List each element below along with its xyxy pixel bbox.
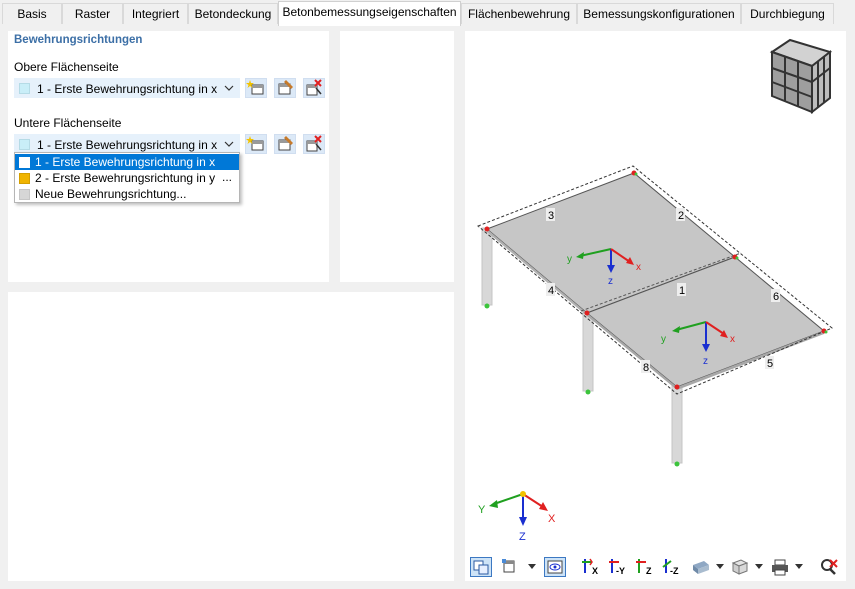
svg-text:X: X bbox=[592, 566, 598, 576]
tab-integriert[interactable]: Integriert bbox=[123, 3, 188, 24]
tab-label: Raster bbox=[74, 7, 111, 21]
new-item-icon bbox=[246, 136, 264, 151]
more-options-button[interactable]: ... bbox=[222, 170, 232, 184]
new-item-icon bbox=[246, 80, 264, 95]
details-panel bbox=[8, 292, 454, 581]
edge-label: 4 bbox=[548, 285, 554, 297]
color-swatch bbox=[19, 83, 30, 94]
dropdown-option[interactable]: 1 - Erste Bewehrungsrichtung in x bbox=[15, 154, 239, 170]
tab-label: Basis bbox=[17, 7, 47, 21]
global-axes-icon: Y Z X bbox=[478, 491, 556, 543]
side-panel bbox=[340, 31, 454, 282]
dropdown-option[interactable]: Neue Bewehrungsrichtung... bbox=[15, 186, 239, 202]
lower-direction-select[interactable]: 1 - Erste Bewehrungsrichtung in x bbox=[14, 134, 240, 154]
view-minus-z-icon[interactable]: -Z bbox=[661, 557, 683, 577]
chevron-down-icon[interactable] bbox=[755, 564, 763, 570]
edit-item-icon bbox=[278, 136, 293, 151]
new-direction-button[interactable] bbox=[245, 134, 267, 154]
chevron-down-icon[interactable] bbox=[528, 564, 536, 570]
svg-text:Y: Y bbox=[478, 504, 486, 516]
tab-label: Betondeckung bbox=[194, 7, 272, 21]
model-view[interactable]: 1 2 3 4 5 6 8 y z x y z x Y Z X bbox=[465, 31, 846, 581]
chevron-down-icon[interactable] bbox=[795, 564, 803, 570]
edit-direction-button[interactable] bbox=[274, 78, 296, 98]
option-label: 1 - Erste Bewehrungsrichtung in x bbox=[35, 155, 216, 169]
lower-surface-label: Untere Flächenseite bbox=[14, 116, 122, 130]
tab-durchbiegung[interactable]: Durchbiegung bbox=[741, 3, 834, 24]
svg-text:y: y bbox=[661, 334, 666, 345]
delete-item-icon bbox=[306, 135, 322, 152]
tab-label: Integriert bbox=[131, 7, 180, 21]
edit-item-icon bbox=[278, 80, 293, 95]
svg-text:-Z: -Z bbox=[670, 566, 679, 576]
chevron-down-icon bbox=[224, 141, 234, 147]
svg-text:X: X bbox=[548, 513, 556, 525]
render-mode-icon[interactable] bbox=[690, 557, 712, 577]
delete-item-icon bbox=[306, 79, 322, 96]
edge-label: 2 bbox=[678, 210, 684, 222]
upper-direction-value: 1 - Erste Bewehrungsrichtung in x bbox=[37, 82, 218, 96]
option-label: 2 - Erste Bewehrungsrichtung in y bbox=[35, 171, 216, 185]
svg-text:Z: Z bbox=[646, 566, 652, 576]
tab-flaechenbewehrung[interactable]: Flächenbewehrung bbox=[461, 3, 577, 24]
delete-direction-button[interactable] bbox=[303, 78, 325, 98]
delete-direction-button[interactable] bbox=[303, 134, 325, 154]
iso-view-icon[interactable] bbox=[729, 557, 751, 577]
tab-betondeckung[interactable]: Betondeckung bbox=[188, 3, 278, 24]
svg-text:z: z bbox=[608, 276, 613, 287]
svg-text:Z: Z bbox=[519, 531, 526, 543]
tab-bar: Basis Raster Integriert Betondeckung Bet… bbox=[0, 0, 855, 26]
new-direction-button[interactable] bbox=[245, 78, 267, 98]
lower-direction-value: 1 - Erste Bewehrungsrichtung in x bbox=[37, 138, 218, 152]
reset-view-icon[interactable] bbox=[818, 557, 840, 577]
tab-label: Durchbiegung bbox=[750, 7, 825, 21]
edit-direction-button[interactable] bbox=[274, 134, 296, 154]
tab-raster[interactable]: Raster bbox=[62, 3, 123, 24]
edge-label: 8 bbox=[643, 362, 649, 374]
chevron-down-icon bbox=[224, 85, 234, 91]
view-x-icon[interactable]: X bbox=[580, 557, 602, 577]
direction-dropdown-list: 1 - Erste Bewehrungsrichtung in x 2 - Er… bbox=[14, 152, 240, 203]
view-z-icon[interactable]: Z bbox=[634, 557, 656, 577]
svg-text:-Y: -Y bbox=[616, 566, 625, 576]
print-icon[interactable] bbox=[769, 557, 791, 577]
visibility-icon[interactable] bbox=[544, 557, 566, 577]
view-cube-icon[interactable] bbox=[769, 38, 833, 115]
svg-text:x: x bbox=[730, 334, 735, 345]
section-title: Bewehrungsrichtungen bbox=[14, 34, 143, 46]
color-swatch bbox=[19, 173, 30, 184]
edge-label: 6 bbox=[773, 291, 779, 303]
dropdown-option[interactable]: 2 - Erste Bewehrungsrichtung in y bbox=[15, 170, 239, 186]
upper-direction-select[interactable]: 1 - Erste Bewehrungsrichtung in x bbox=[14, 78, 240, 98]
svg-text:z: z bbox=[703, 356, 708, 367]
view-minus-y-icon[interactable]: -Y bbox=[607, 557, 629, 577]
chevron-down-icon[interactable] bbox=[716, 564, 724, 570]
edge-label: 5 bbox=[767, 358, 773, 370]
edge-label: 1 bbox=[679, 285, 685, 297]
view-select-icon[interactable] bbox=[470, 557, 492, 577]
svg-text:x: x bbox=[636, 262, 641, 273]
tab-label: Bemessungskonfigurationen bbox=[583, 7, 735, 21]
edge-label: 3 bbox=[548, 210, 554, 222]
tab-label: Betonbemessungseigenschaften bbox=[282, 5, 457, 19]
color-swatch bbox=[19, 139, 30, 150]
color-swatch bbox=[19, 189, 30, 200]
tab-betonbemessungseigenschaften[interactable]: Betonbemessungseigenschaften bbox=[278, 1, 461, 26]
option-label: Neue Bewehrungsrichtung... bbox=[35, 187, 187, 201]
svg-text:y: y bbox=[567, 254, 572, 265]
tab-basis[interactable]: Basis bbox=[2, 3, 62, 24]
color-swatch bbox=[19, 157, 30, 168]
tab-bemessungskonfigurationen[interactable]: Bemessungskonfigurationen bbox=[577, 3, 741, 24]
slab-surfaces bbox=[477, 165, 833, 395]
display-options-icon[interactable] bbox=[500, 557, 522, 577]
tab-label: Flächenbewehrung bbox=[467, 7, 571, 21]
upper-surface-label: Obere Flächenseite bbox=[14, 60, 119, 74]
